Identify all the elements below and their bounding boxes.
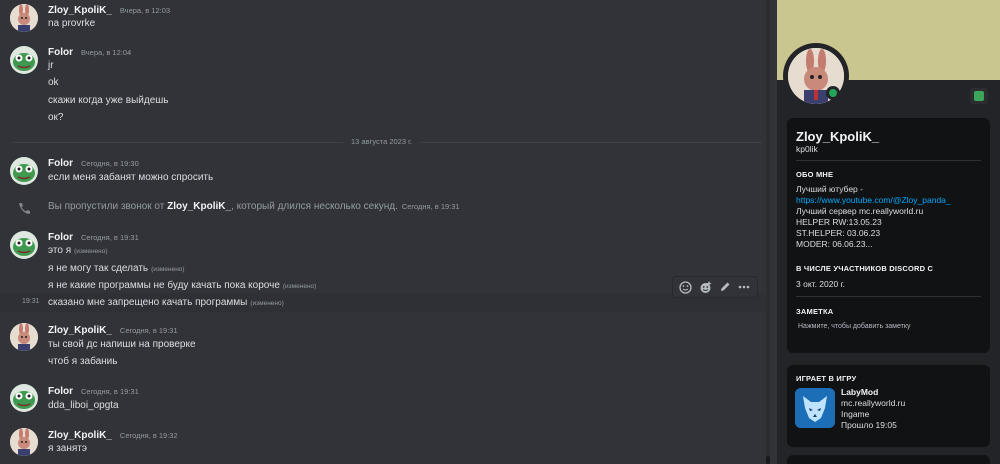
chat-pane: Zloy_KpoliK_ Вчера, в 12:03 na provrke Fo…: [0, 0, 770, 464]
user-avatar-zloy[interactable]: [10, 323, 38, 351]
message-text: если меня забанят можно спросить: [48, 172, 214, 183]
game-server: mc.reallyworld.ru: [841, 398, 906, 408]
super-reaction-icon[interactable]: [698, 280, 712, 294]
chat-scrollbar[interactable]: [766, 0, 770, 464]
profile-card-partial: [787, 455, 990, 464]
edit-icon[interactable]: [718, 280, 732, 294]
message-timestamp: Сегодня, в 19:31: [119, 326, 178, 335]
activity-details: LabyMod mc.reallyworld.ru Ingame Прошло …: [841, 387, 905, 431]
profile-info-card: Zloy_KpoliK_ kp0lik ОБО МНЕ Лучший ютубе…: [787, 118, 990, 353]
activity-card: ИГРАЕТ В ИГРУ LabyMod mc.reallyworld.ru …: [787, 365, 990, 447]
message-timestamp: Сегодня, в 19:31: [401, 202, 460, 211]
labymod-game-icon: [795, 388, 835, 428]
message-text: сказано мне запрещено качать программы (и…: [48, 297, 284, 308]
user-avatar-zloy[interactable]: [10, 428, 38, 456]
about-text: Лучший ютубер - https://www.youtube.com/…: [796, 184, 951, 249]
message-author[interactable]: Folor Сегодня, в 19:30: [48, 158, 139, 170]
missed-call-caller[interactable]: Zloy_KpoliK_: [167, 201, 231, 212]
message-author[interactable]: Folor Сегодня, в 19:31: [48, 232, 139, 244]
message-text: jr: [48, 60, 54, 71]
edited-label: (изменено): [74, 248, 108, 255]
about-title: ОБО МНЕ: [796, 170, 834, 179]
message-text: это я (изменено): [48, 245, 108, 256]
missed-call-icon: [17, 201, 31, 214]
more-icon[interactable]: [737, 280, 751, 294]
about-link[interactable]: https://www.youtube.com/@Zloy_panda_: [796, 195, 951, 205]
note-title: ЗАМЕТКА: [796, 307, 834, 316]
message-author[interactable]: Folor Вчера, в 12:04: [48, 47, 131, 59]
add-reaction-icon[interactable]: [679, 280, 693, 294]
user-avatar-folor[interactable]: [10, 231, 38, 259]
game-elapsed: Прошло 19:05: [841, 420, 897, 430]
message-text: ok: [48, 77, 59, 88]
member-since-title: В ЧИСЛЕ УЧАСТНИКОВ DISCORD С: [796, 264, 934, 273]
message-text: ты свой дс напиши на проверке: [48, 339, 196, 350]
message-toolbar: [672, 276, 758, 298]
edited-label: (изменено): [151, 266, 185, 273]
edited-label: (изменено): [282, 283, 317, 290]
message-text: я не могу так сделать (изменено): [48, 263, 185, 274]
message-author[interactable]: Zloy_KpoliK_ Вчера, в 12:03: [48, 5, 170, 17]
missed-call-message: Вы пропустили звонок от Zloy_KpoliK_, ко…: [48, 201, 460, 212]
note-input[interactable]: Нажмите, чтобы добавить заметку: [798, 323, 911, 330]
online-status-icon: [826, 86, 840, 100]
profile-display-name: Zloy_KpoliK_: [796, 129, 880, 144]
profile-username: kp0lik: [796, 144, 818, 154]
message-author[interactable]: Folor Сегодня, в 19:31: [48, 386, 139, 398]
message-text: na provrke: [48, 18, 96, 29]
message-text: я не какие программы не буду качать пока…: [48, 280, 317, 291]
date-divider-label: 13 августа 2023 г.: [343, 136, 421, 148]
message-text: чтоб я забаниь: [48, 356, 118, 367]
message-text: скажи когда уже выйдешь: [48, 95, 169, 106]
message-text: я занятэ: [48, 443, 87, 454]
game-name: LabyMod: [841, 387, 879, 397]
divider: [796, 160, 981, 161]
badge-icon[interactable]: [970, 88, 988, 104]
user-avatar-folor[interactable]: [10, 384, 38, 412]
message-timestamp: Вчера, в 12:03: [119, 6, 171, 15]
message-timestamp: Сегодня, в 19:31: [81, 387, 139, 396]
message-author[interactable]: Zloy_KpoliK_ Сегодня, в 19:32: [48, 430, 178, 442]
edited-label: (изменено): [250, 300, 284, 307]
message-text: dda_liboi_opgta: [48, 400, 119, 411]
user-avatar-folor[interactable]: [10, 157, 38, 185]
user-avatar-zloy[interactable]: [10, 4, 38, 32]
game-state: Ingame: [841, 409, 870, 419]
user-profile-panel: Zloy_KpoliK_ kp0lik ОБО МНЕ Лучший ютубе…: [777, 0, 1000, 464]
member-since-date: 3 окт. 2020 г.: [796, 279, 845, 289]
message-timestamp: Сегодня, в 19:32: [119, 431, 178, 440]
hover-timestamp: 19:31: [22, 298, 40, 305]
message-timestamp: Сегодня, в 19:30: [81, 159, 139, 168]
chat-scrollbar-thumb[interactable]: [766, 456, 770, 464]
user-avatar-folor[interactable]: [10, 46, 38, 74]
message-text: ок?: [48, 112, 64, 123]
divider: [796, 296, 981, 297]
message-timestamp: Сегодня, в 19:31: [81, 233, 139, 242]
message-timestamp: Вчера, в 12:04: [81, 48, 132, 57]
message-author[interactable]: Zloy_KpoliK_ Сегодня, в 19:31: [48, 325, 178, 337]
activity-title: ИГРАЕТ В ИГРУ: [796, 374, 857, 383]
